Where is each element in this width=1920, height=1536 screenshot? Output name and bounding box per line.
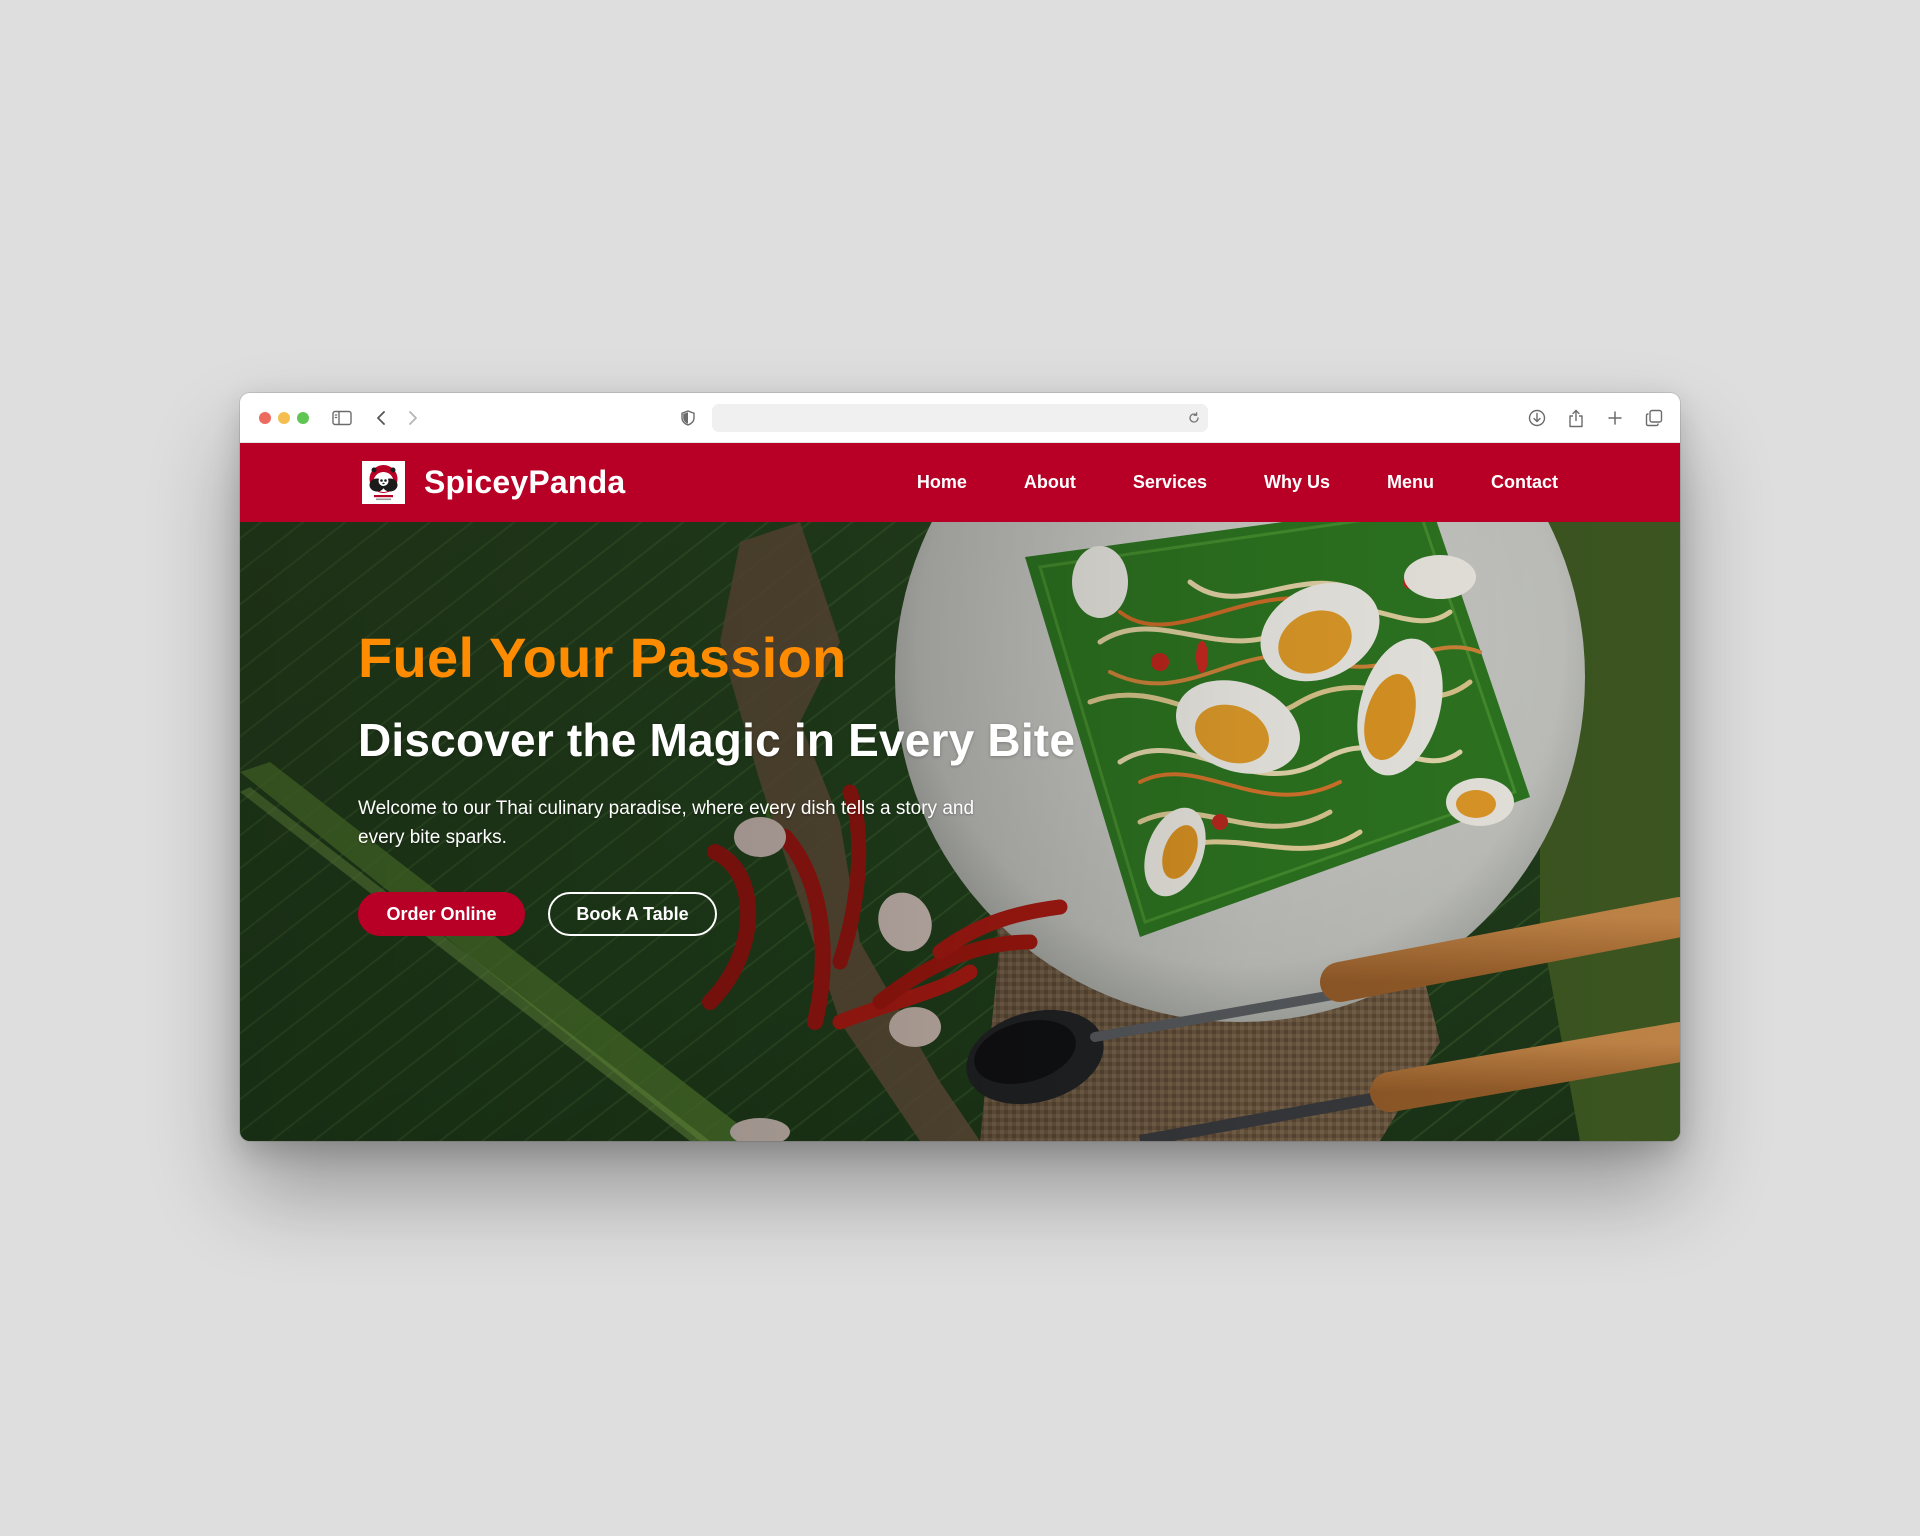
hero-description: Welcome to our Thai culinary paradise, w… xyxy=(358,798,975,848)
share-icon[interactable] xyxy=(1564,406,1588,430)
nav-link-why-us[interactable]: Why Us xyxy=(1264,472,1330,493)
chevron-left-icon[interactable] xyxy=(370,406,394,430)
nav-link-services[interactable]: Services xyxy=(1133,472,1207,493)
window-close-button[interactable] xyxy=(259,412,271,424)
browser-toolbar xyxy=(240,393,1680,443)
browser-window: SpiceyPanda Home About Services Why Us M… xyxy=(240,393,1680,1141)
logo[interactable] xyxy=(362,461,405,504)
plus-icon[interactable] xyxy=(1603,406,1627,430)
sidebar-icon[interactable] xyxy=(330,406,354,430)
order-online-button[interactable]: Order Online xyxy=(358,892,525,936)
tabs-overview-icon[interactable] xyxy=(1642,406,1666,430)
brand-name[interactable]: SpiceyPanda xyxy=(424,462,625,502)
chevron-right-icon[interactable] xyxy=(400,406,424,430)
reload-icon[interactable] xyxy=(1186,410,1202,426)
nav-link-home[interactable]: Home xyxy=(917,472,967,493)
panda-logo-icon xyxy=(362,461,405,504)
nav-link-about[interactable]: About xyxy=(1024,472,1076,493)
hero-tagline: Fuel Your Passion xyxy=(358,626,847,689)
site-header: SpiceyPanda Home About Services Why Us M… xyxy=(240,443,1680,522)
hero-buttons: Order Online Book A Table xyxy=(358,892,1178,936)
book-a-table-button[interactable]: Book A Table xyxy=(548,892,717,936)
window-minimize-button[interactable] xyxy=(278,412,290,424)
address-bar[interactable] xyxy=(712,404,1208,432)
hero-section: Fuel Your Passion Discover the Magic in … xyxy=(240,522,1680,1141)
nav-link-menu[interactable]: Menu xyxy=(1387,472,1434,493)
hero-content: Fuel Your Passion Discover the Magic in … xyxy=(358,626,1178,936)
website: SpiceyPanda Home About Services Why Us M… xyxy=(240,443,1680,1141)
window-zoom-button[interactable] xyxy=(297,412,309,424)
hero-title: Discover the Magic in Every Bite xyxy=(358,714,1076,766)
shield-icon[interactable] xyxy=(676,406,700,430)
nav-link-contact[interactable]: Contact xyxy=(1491,472,1558,493)
main-nav: Home About Services Why Us Menu Contact xyxy=(917,443,1558,522)
download-icon[interactable] xyxy=(1525,406,1549,430)
